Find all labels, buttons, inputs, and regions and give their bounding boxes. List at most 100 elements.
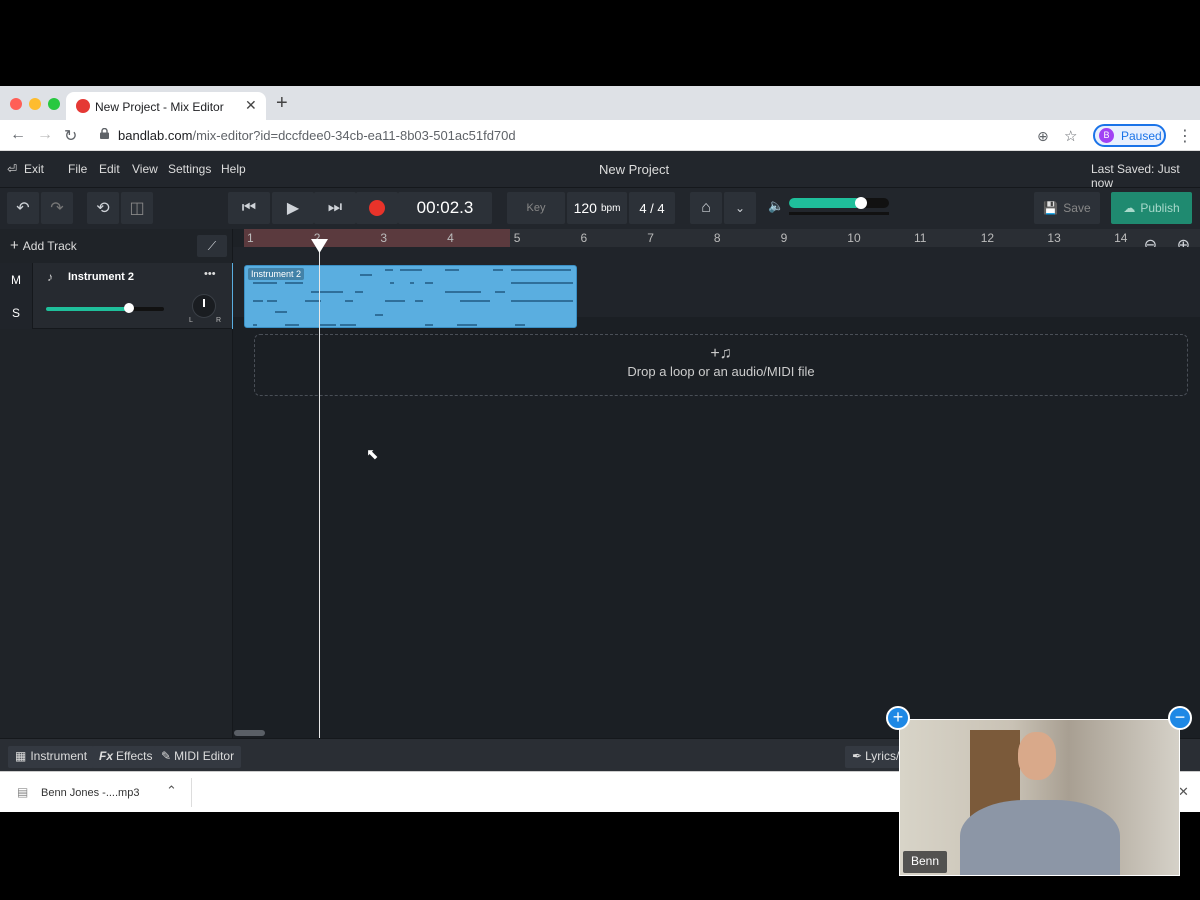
maximize-window-button[interactable] — [48, 98, 60, 110]
profile-avatar: B — [1099, 128, 1114, 143]
split-icon[interactable]: ◫ — [121, 192, 153, 224]
pencil-icon: ✎ — [161, 749, 172, 763]
bar-number: 6 — [580, 231, 588, 245]
skip-to-end-icon[interactable]: ⏭ — [314, 192, 356, 224]
time-display: 00:02.3 — [398, 192, 492, 224]
bar-number: 8 — [713, 231, 721, 245]
menu-view[interactable]: View — [132, 162, 158, 176]
timeline-area[interactable]: Instrument 2 +♫ Drop a loop or an audio/… — [233, 239, 1200, 738]
tab-instrument[interactable]: ▦ Instrument — [8, 746, 95, 768]
play-icon[interactable]: ▶ — [272, 192, 314, 224]
participant-name: Benn — [903, 851, 948, 873]
track-volume-knob[interactable] — [123, 303, 134, 313]
solo-button[interactable]: S — [12, 306, 20, 320]
bar-number: 14 — [1114, 231, 1128, 245]
minimize-window-button[interactable] — [29, 98, 41, 110]
timeline-ruler[interactable]: 1 2 3 4 5 6 7 8 9 10 11 12 13 14 — [244, 229, 1134, 247]
midi-region[interactable]: Instrument 2 — [244, 265, 577, 328]
mix-editor-app: ⏎ Exit File Edit View Settings Help New … — [0, 151, 1200, 771]
url-field[interactable]: bandlab.com/mix-editor?id=dccfdee0-34cb-… — [118, 128, 516, 143]
tempo-field[interactable]: 120 bpm — [567, 192, 627, 224]
tab-close-icon[interactable]: ✕ — [245, 97, 257, 114]
toolbar: ↶ ↷ ⟲ ◫ ⏮ ▶ ⏭ 00:02.3 Key 120 bpm 4 / 4 … — [0, 187, 1200, 229]
track-name[interactable]: Instrument 2 — [68, 271, 134, 283]
lock-icon — [100, 128, 109, 139]
bar-number: 10 — [847, 231, 861, 245]
loop-icon[interactable]: ⟲ — [87, 192, 119, 224]
metronome-icon[interactable]: ⌂ — [690, 192, 722, 224]
video-call-window[interactable]: Benn — [899, 719, 1180, 876]
tab-lyrics-label: Lyrics/ — [865, 749, 900, 763]
master-volume-fill — [789, 198, 861, 208]
tab-effects-label: Effects — [116, 749, 153, 763]
new-tab-button[interactable]: + — [276, 92, 288, 115]
publish-button[interactable]: ☁ Publish — [1111, 192, 1192, 224]
tab-title: New Project - Mix Editor — [95, 100, 224, 114]
url-host: bandlab.com — [118, 128, 193, 143]
location-icon[interactable]: ⊕ — [1037, 128, 1049, 145]
bookmark-star-icon[interactable]: ☆ — [1064, 127, 1077, 145]
midi-notes — [253, 269, 573, 326]
automation-icon[interactable]: ⟋ — [197, 235, 227, 257]
menu-file[interactable]: File — [68, 162, 87, 176]
video-minimize-button[interactable]: − — [1168, 706, 1192, 730]
menu-edit[interactable]: Edit — [99, 162, 120, 176]
video-add-button[interactable]: + — [886, 706, 910, 730]
exit-button[interactable]: Exit — [24, 162, 44, 176]
track-more-icon[interactable]: ••• — [204, 268, 216, 280]
fx-icon: Fx — [99, 749, 114, 763]
cloud-upload-icon: ☁ — [1123, 201, 1136, 215]
save-icon: 💾 — [1043, 201, 1059, 215]
drop-zone-text: Drop a loop or an audio/MIDI file — [627, 364, 815, 379]
add-track-label: Add Track — [22, 239, 77, 253]
download-file-name[interactable]: Benn Jones -....mp3 — [41, 787, 139, 799]
drop-zone[interactable]: +♫ Drop a loop or an audio/MIDI file — [254, 334, 1188, 396]
address-bar-row: ← → ↻ bandlab.com/mix-editor?id=dccfdee0… — [0, 120, 1200, 151]
bar-number: 13 — [1047, 231, 1061, 245]
track-header: M S ♪ Instrument 2 ••• L R — [0, 263, 233, 329]
chevron-down-icon[interactable]: ⌄ — [724, 192, 756, 224]
back-arrow-icon[interactable]: ← — [10, 126, 26, 144]
pan-left-label: L — [189, 317, 193, 324]
playhead-line[interactable] — [319, 247, 320, 738]
undo-icon[interactable]: ↶ — [7, 192, 39, 224]
browser-tab[interactable]: New Project - Mix Editor ✕ — [66, 92, 266, 120]
time-signature[interactable]: 4 / 4 — [629, 192, 675, 224]
close-window-button[interactable] — [10, 98, 22, 110]
pan-indicator — [203, 299, 205, 307]
record-button[interactable] — [356, 192, 398, 224]
exit-icon[interactable]: ⏎ — [7, 162, 17, 176]
menu-bar: ⏎ Exit File Edit View Settings Help New … — [0, 151, 1200, 190]
master-volume-slider[interactable] — [789, 197, 889, 209]
add-track-button[interactable]: + Add Track — [10, 237, 77, 254]
bar-number: 12 — [980, 231, 995, 245]
menu-settings[interactable]: Settings — [168, 162, 211, 176]
redo-icon[interactable]: ↷ — [41, 192, 73, 224]
bar-number: 3 — [380, 231, 388, 245]
tab-effects[interactable]: Fx Effects — [92, 746, 160, 768]
save-label: Save — [1063, 201, 1091, 215]
tab-instrument-label: Instrument — [30, 749, 88, 763]
profile-button[interactable]: B Paused — [1093, 124, 1166, 147]
person-head — [1018, 732, 1056, 780]
key-button[interactable]: Key — [507, 192, 565, 224]
bar-number: 4 — [447, 231, 454, 245]
playhead-marker-icon[interactable] — [311, 239, 328, 253]
tab-midi-editor[interactable]: ✎ MIDI Editor — [154, 746, 242, 768]
skip-to-start-icon[interactable]: ⏮ — [228, 192, 270, 224]
reload-icon[interactable]: ↻ — [64, 126, 77, 146]
track-volume-slider[interactable] — [46, 303, 164, 313]
pan-knob[interactable] — [192, 294, 216, 318]
loop-region[interactable] — [244, 229, 510, 247]
forward-arrow-icon[interactable]: → — [37, 126, 53, 144]
chevron-up-icon[interactable]: ⌃ — [166, 783, 177, 799]
menu-help[interactable]: Help — [221, 162, 246, 176]
browser-menu-icon[interactable]: ⋮ — [1177, 126, 1193, 146]
mute-button[interactable]: M — [11, 273, 21, 287]
save-button[interactable]: 💾 Save — [1034, 192, 1100, 224]
bar-number: 9 — [780, 231, 788, 245]
master-volume-knob[interactable] — [855, 197, 867, 209]
horizontal-scrollbar[interactable] — [234, 730, 265, 736]
bandlab-favicon-icon — [76, 99, 90, 113]
browser-tab-bar: New Project - Mix Editor ✕ + — [0, 86, 1200, 120]
